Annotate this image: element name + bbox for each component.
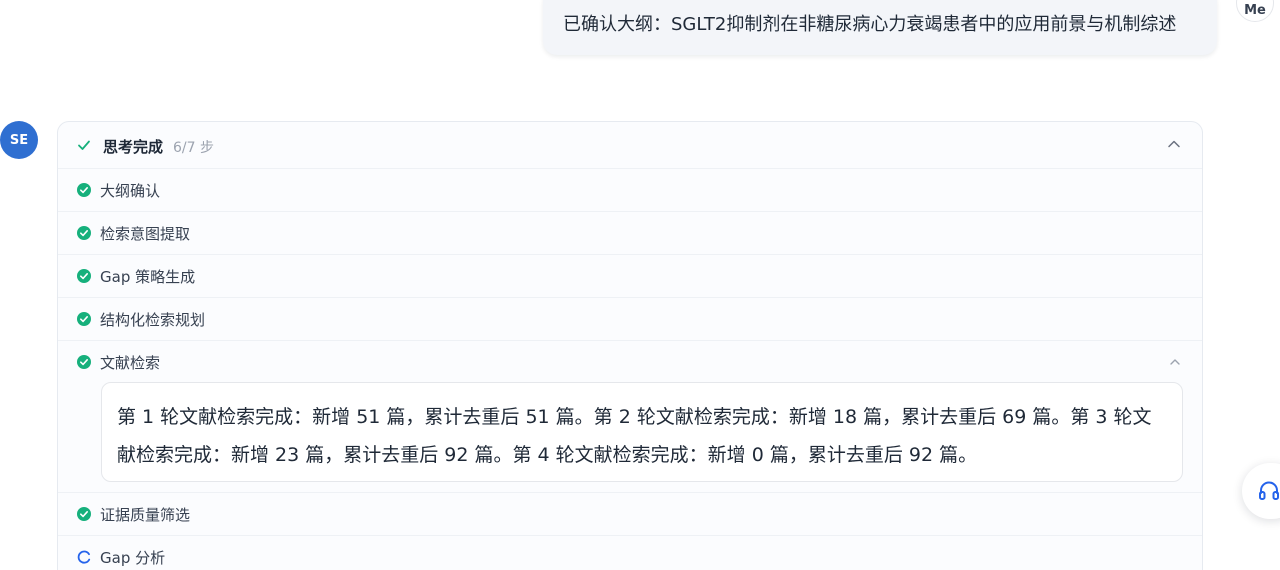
check-circle-icon [77,226,91,240]
assistant-avatar[interactable]: SE [0,121,38,159]
chevron-up-icon[interactable] [1167,139,1181,149]
thinking-header[interactable]: 思考完成 6/7 步 [58,122,1202,168]
step-item-intent-extraction[interactable]: 检索意图提取 [58,211,1202,254]
check-circle-icon [77,355,91,369]
thinking-title: 思考完成 [103,138,164,156]
check-circle-icon [77,183,91,197]
step-item-gap-strategy[interactable]: Gap 策略生成 [58,254,1202,297]
check-circle-icon [77,312,91,326]
step-label: 文献检索 [100,354,161,372]
floating-support-button[interactable] [1242,463,1280,519]
chevron-up-icon[interactable] [1169,358,1181,366]
step-label: 结构化检索规划 [100,311,206,329]
step-item-outline-confirm[interactable]: 大纲确认 [58,168,1202,211]
step-item-search-planning[interactable]: 结构化检索规划 [58,297,1202,340]
check-circle-icon [77,269,91,283]
user-avatar[interactable]: Me [1236,0,1274,22]
check-circle-icon [77,507,91,521]
check-icon [78,140,90,150]
step-label: 证据质量筛选 [100,506,191,524]
step-label: 大纲确认 [100,182,161,200]
step-item-gap-analysis[interactable]: Gap 分析 [58,535,1202,570]
step-label: Gap 分析 [100,549,166,567]
thinking-panel: 思考完成 6/7 步 大纲确认 检索意图提取 Gap 策略生成 结构化检索规划 … [57,121,1203,570]
headphones-icon [1259,481,1279,500]
step-item-literature-search[interactable]: 文献检索 [58,340,1202,383]
step-label: 检索意图提取 [100,225,191,243]
chat-page: 已确认大纲：SGLT2抑制剂在非糖尿病心力衰竭患者中的应用前景与机制综述 Me … [0,0,1280,570]
user-message-bubble: 已确认大纲：SGLT2抑制剂在非糖尿病心力衰竭患者中的应用前景与机制综述 [543,0,1217,55]
loading-spinner-icon [77,550,91,564]
user-message-text: 已确认大纲：SGLT2抑制剂在非糖尿病心力衰竭患者中的应用前景与机制综述 [563,14,1177,35]
step-item-evidence-screening[interactable]: 证据质量筛选 [58,492,1202,535]
step-detail-text: 第 1 轮文献检索完成：新增 51 篇，累计去重后 51 篇。第 2 轮文献检索… [101,382,1183,482]
step-label: Gap 策略生成 [100,268,196,286]
thinking-progress: 6/7 步 [173,140,214,156]
